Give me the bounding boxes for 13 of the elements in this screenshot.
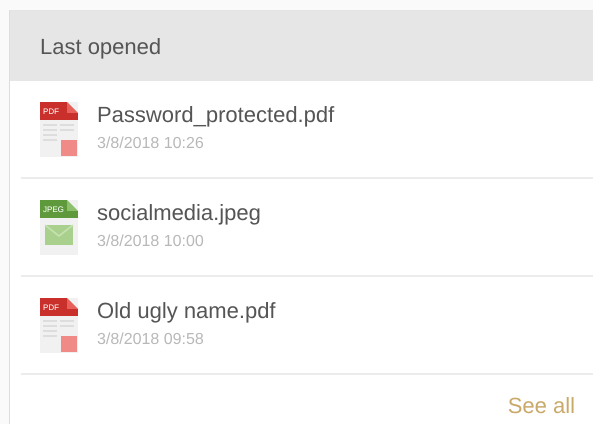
file-item[interactable]: PDF Old ugly name.pdf 3/8/2018 09:58	[21, 277, 593, 375]
pdf-file-icon: PDF	[39, 100, 79, 158]
file-name: socialmedia.jpeg	[97, 200, 261, 226]
file-date: 3/8/2018 09:58	[97, 330, 205, 350]
panel-title: Last opened	[40, 32, 162, 61]
file-item[interactable]: JPEG socialmedia.jpeg 3/8/2018 10:00	[21, 179, 593, 277]
file-item[interactable]: PDF Password_protected.pdf 3/8/2018 10:26	[21, 81, 593, 179]
file-name: Password_protected.pdf	[97, 102, 334, 128]
pdf-file-icon: PDF	[39, 296, 79, 354]
file-date: 3/8/2018 10:00	[97, 232, 205, 252]
file-name: Old ugly name.pdf	[97, 298, 276, 324]
file-date: 3/8/2018 10:26	[97, 134, 205, 154]
image-file-icon: JPEG	[39, 198, 79, 256]
